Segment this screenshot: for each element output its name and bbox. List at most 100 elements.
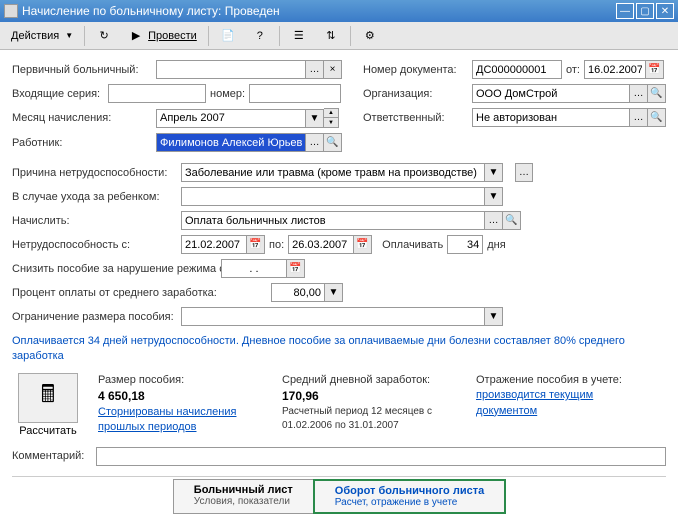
month-spinner[interactable]: ▲ ▼ bbox=[324, 108, 339, 128]
refresh-button[interactable]: ↻ bbox=[89, 25, 119, 47]
tool-button-1[interactable]: 📄 bbox=[213, 25, 243, 47]
primary-sick-clear[interactable]: × bbox=[324, 60, 342, 79]
accrue-zoom[interactable]: 🔍 bbox=[503, 211, 521, 230]
date-calendar[interactable]: 📅 bbox=[646, 60, 664, 79]
month-label: Месяц начисления: bbox=[12, 112, 152, 124]
series-input[interactable] bbox=[108, 84, 206, 103]
number-label: номер: bbox=[210, 88, 245, 100]
doc-icon: 📄 bbox=[220, 28, 236, 44]
percent-input[interactable] bbox=[271, 283, 325, 302]
org-zoom[interactable]: 🔍 bbox=[648, 84, 666, 103]
calculator-icon: 🖩 bbox=[41, 377, 55, 418]
size-label: Размер пособия: bbox=[98, 373, 268, 388]
primary-sick-input[interactable] bbox=[156, 60, 306, 79]
process-button[interactable]: ▶ Провести bbox=[121, 25, 204, 47]
window-icon bbox=[4, 4, 18, 18]
avg-label: Средний дневной заработок: bbox=[282, 373, 462, 388]
limit-dropdown[interactable]: ▼ bbox=[485, 307, 503, 326]
comment-input[interactable] bbox=[96, 447, 666, 466]
resp-lookup[interactable]: … bbox=[630, 108, 648, 127]
tab2-title: Оборот больничного листа bbox=[335, 485, 484, 497]
employee-zoom[interactable]: 🔍 bbox=[324, 133, 342, 152]
dropdown-icon: ▼ bbox=[65, 31, 73, 40]
docnum-label: Номер документа: bbox=[363, 64, 468, 76]
from-label: от: bbox=[566, 64, 580, 76]
childcare-dropdown[interactable]: ▼ bbox=[485, 187, 503, 206]
window-title: Начисление по больничному листу: Проведе… bbox=[22, 4, 280, 18]
maximize-button[interactable]: ▢ bbox=[636, 3, 654, 19]
tab1-title: Больничный лист bbox=[194, 484, 293, 496]
minimize-button[interactable]: — bbox=[616, 3, 634, 19]
help-button[interactable]: ? bbox=[245, 25, 275, 47]
tab-sick-leave-back[interactable]: Оборот больничного листа Расчет, отражен… bbox=[313, 479, 506, 514]
org-lookup[interactable]: … bbox=[630, 84, 648, 103]
limit-input[interactable] bbox=[181, 307, 485, 326]
tab2-sub: Расчет, отражение в учете bbox=[335, 497, 484, 508]
calc-button-label: Рассчитать bbox=[12, 425, 84, 437]
org-input[interactable] bbox=[472, 84, 630, 103]
employee-label: Работник: bbox=[12, 137, 152, 149]
to-label: по: bbox=[269, 239, 284, 251]
accrue-lookup[interactable]: … bbox=[485, 211, 503, 230]
childcare-input[interactable] bbox=[181, 187, 485, 206]
tab-sick-leave[interactable]: Больничный лист Условия, показатели bbox=[173, 479, 314, 514]
date-input[interactable] bbox=[584, 60, 646, 79]
docnum-input[interactable] bbox=[472, 60, 562, 79]
reason-label: Причина нетрудоспособности: bbox=[12, 167, 177, 179]
primary-sick-label: Первичный больничный: bbox=[12, 64, 152, 76]
sort-icon: ⇅ bbox=[323, 28, 339, 44]
primary-sick-lookup[interactable]: … bbox=[306, 60, 324, 79]
cancel-link[interactable]: Сторнированы начисления прошлых периодов bbox=[98, 405, 268, 436]
org-label: Организация: bbox=[363, 88, 468, 100]
reason-extra[interactable]: … bbox=[515, 163, 533, 182]
resp-input[interactable] bbox=[472, 108, 630, 127]
disfrom-label: Нетрудоспособность с: bbox=[12, 239, 177, 251]
reduce-calendar[interactable]: 📅 bbox=[287, 259, 305, 278]
spinner-up-icon[interactable]: ▲ bbox=[324, 109, 338, 118]
datefrom-calendar[interactable]: 📅 bbox=[247, 235, 265, 254]
reflect-label: Отражение пособия в учете: bbox=[476, 373, 636, 388]
size-value: 4 650,18 bbox=[98, 388, 268, 405]
resp-zoom[interactable]: 🔍 bbox=[648, 108, 666, 127]
month-dropdown[interactable]: ▼ bbox=[306, 109, 324, 128]
percent-label: Процент оплаты от среднего заработка: bbox=[12, 287, 217, 299]
childcare-label: В случае ухода за ребенком: bbox=[12, 191, 177, 203]
dateto-input[interactable] bbox=[288, 235, 354, 254]
process-icon: ▶ bbox=[128, 28, 144, 44]
comment-label: Комментарий: bbox=[12, 450, 92, 462]
reduce-date-input[interactable] bbox=[221, 259, 287, 278]
month-input[interactable] bbox=[156, 109, 306, 128]
actions-menu[interactable]: Действия ▼ bbox=[4, 25, 80, 47]
percent-dropdown[interactable]: ▼ bbox=[325, 283, 343, 302]
list-icon: ☰ bbox=[291, 28, 307, 44]
reduce-label: Снизить пособие за нарушение режима с: bbox=[12, 263, 217, 275]
resp-label: Ответственный: bbox=[363, 112, 468, 124]
tool-button-4[interactable]: ⚙ bbox=[355, 25, 385, 47]
tool-button-2[interactable]: ☰ bbox=[284, 25, 314, 47]
config-icon: ⚙ bbox=[362, 28, 378, 44]
tab1-sub: Условия, показатели bbox=[194, 496, 293, 507]
help-icon: ? bbox=[252, 28, 268, 44]
days-input[interactable] bbox=[447, 235, 483, 254]
close-button[interactable]: ✕ bbox=[656, 3, 674, 19]
info-text: Оплачивается 34 дней нетрудоспособности.… bbox=[12, 334, 666, 365]
period-text: Расчетный период 12 месяцев с 01.02.2006… bbox=[282, 405, 462, 433]
reflect-value[interactable]: производится текущим документом bbox=[476, 388, 636, 419]
refresh-icon: ↻ bbox=[96, 28, 112, 44]
accrue-input[interactable] bbox=[181, 211, 485, 230]
tool-button-3[interactable]: ⇅ bbox=[316, 25, 346, 47]
datefrom-input[interactable] bbox=[181, 235, 247, 254]
limit-label: Ограничение размера пособия: bbox=[12, 311, 177, 323]
pay-label: Оплачивать bbox=[382, 239, 443, 251]
reason-dropdown[interactable]: ▼ bbox=[485, 163, 503, 182]
days-label: дня bbox=[487, 239, 505, 251]
reason-input[interactable] bbox=[181, 163, 485, 182]
employee-input[interactable] bbox=[156, 133, 306, 152]
dateto-calendar[interactable]: 📅 bbox=[354, 235, 372, 254]
accrue-label: Начислить: bbox=[12, 215, 177, 227]
calculate-button[interactable]: 🖩 bbox=[18, 373, 78, 423]
number-input[interactable] bbox=[249, 84, 341, 103]
spinner-down-icon[interactable]: ▼ bbox=[324, 118, 338, 127]
avg-value: 170,96 bbox=[282, 388, 462, 405]
employee-lookup[interactable]: … bbox=[306, 133, 324, 152]
